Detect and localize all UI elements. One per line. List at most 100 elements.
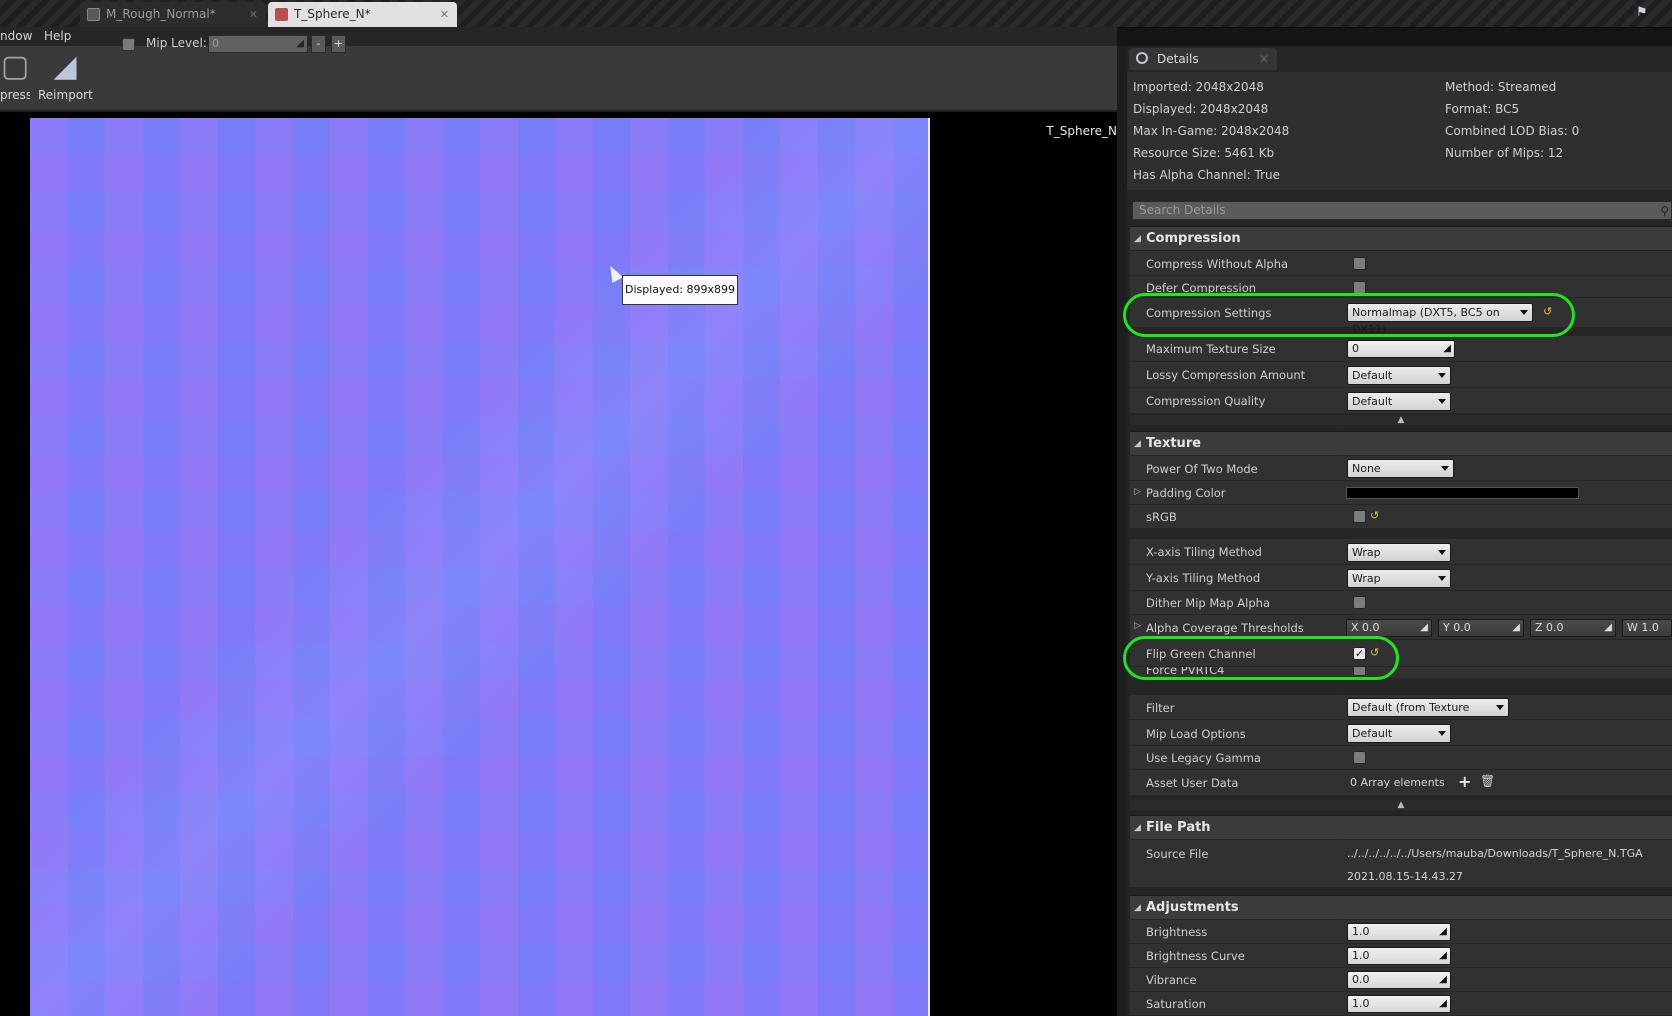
menu-help[interactable]: Help (44, 27, 71, 46)
info-resource-size: Resource Size: 5461 Kb (1133, 146, 1275, 160)
alpha-coverage-x-input[interactable]: X 0.0 ◢ (1346, 619, 1432, 637)
category-texture[interactable]: ◢ Texture (1130, 431, 1672, 455)
input-value: Y 0.0 (1443, 621, 1471, 634)
collapse-triangle-icon: ◢ (1134, 439, 1141, 449)
close-tab-icon[interactable]: ✕ (249, 2, 258, 27)
input-value: 0.0 (1352, 973, 1370, 986)
input-value: 1.0 (1352, 949, 1370, 962)
window-feedback-icon[interactable]: ⚑ (1636, 5, 1652, 20)
mip-level-checkbox[interactable] (122, 38, 135, 51)
prop-label: Lossy Compression Amount (1146, 368, 1306, 382)
search-details-input[interactable]: Search Details ⚲ (1132, 201, 1672, 220)
vibrance-input[interactable]: 0.0 ◢ (1347, 971, 1451, 989)
alpha-coverage-y-input[interactable]: Y 0.0 ◢ (1438, 619, 1524, 637)
max-texture-size-input[interactable]: 0 ◢ (1347, 340, 1455, 358)
reimport-icon: ◢ (53, 49, 77, 84)
magnifier-icon (1136, 52, 1148, 64)
prop-label: Saturation (1146, 997, 1206, 1011)
tab-t-sphere-n[interactable]: T_Sphere_N* ✕ (268, 2, 457, 27)
dither-checkbox[interactable] (1353, 596, 1366, 609)
texture-info-panel: Imported: 2048x2048 Displayed: 2048x2048… (1127, 72, 1672, 190)
alpha-coverage-w-input[interactable]: W 1.0 (1622, 619, 1672, 637)
prop-label: Y-axis Tiling Method (1146, 571, 1261, 585)
chevron-down-icon (1438, 550, 1446, 555)
collapse-triangle-icon: ◢ (1134, 903, 1141, 913)
close-tab-icon[interactable]: ✕ (440, 2, 449, 27)
alpha-coverage-z-input[interactable]: Z 0.0 ◢ (1530, 619, 1616, 637)
reimport-button[interactable]: ◢ Reimport (38, 46, 93, 108)
search-placeholder: Search Details (1139, 203, 1226, 217)
tab-m-rough-normal[interactable]: M_Rough_Normal* ✕ (80, 2, 266, 27)
array-count: 0 Array elements (1350, 776, 1445, 789)
prop-label: Dither Mip Map Alpha (1146, 596, 1271, 610)
mip-increment-button[interactable]: + (331, 35, 346, 53)
prop-label: Compression Quality (1146, 394, 1266, 408)
compress-icon: ▢ (0, 49, 30, 84)
category-title: Compression (1146, 231, 1241, 246)
panel-splitter[interactable] (1117, 46, 1127, 1016)
input-value: X 0.0 (1351, 621, 1380, 634)
srgb-checkbox[interactable] (1353, 510, 1366, 523)
prop-label: Use Legacy Gamma (1146, 751, 1261, 765)
category-file-path[interactable]: ◢ File Path (1130, 815, 1672, 839)
prop-asset-user-data: Asset User Data 0 Array elements + 🗑 (1130, 770, 1672, 796)
chevron-down-icon (1441, 466, 1449, 471)
brightness-input[interactable]: 1.0 ◢ (1347, 923, 1451, 941)
trash-icon[interactable]: 🗑 (1480, 774, 1495, 788)
reset-to-default-icon[interactable]: ↺ (1370, 509, 1379, 522)
search-icon: ⚲ (1660, 204, 1669, 218)
spin-icon: ◢ (1439, 974, 1447, 985)
prop-use-legacy-gamma: Use Legacy Gamma (1130, 746, 1672, 770)
compress-without-alpha-checkbox[interactable] (1353, 257, 1366, 270)
dropdown-value: Default (1352, 369, 1393, 382)
prop-y-tiling: Y-axis Tiling Method Wrap (1130, 565, 1672, 591)
category-adjustments[interactable]: ◢ Adjustments (1130, 895, 1672, 919)
texture-icon (275, 8, 288, 21)
displayed-size-tooltip: Displayed: 899x899 (622, 275, 738, 305)
mip-level-label: Mip Level: (146, 36, 207, 50)
mip-decrement-button[interactable]: - (311, 35, 326, 53)
material-icon (87, 8, 100, 21)
source-file-path[interactable]: ../../../../../../Users/mauba/Downloads/… (1347, 847, 1643, 860)
lossy-compression-dropdown[interactable]: Default (1347, 366, 1451, 385)
padding-color-swatch[interactable] (1346, 487, 1579, 499)
prop-compression-quality: Compression Quality Default (1130, 388, 1672, 414)
prop-compress-without-alpha: Compress Without Alpha (1130, 251, 1672, 276)
brightness-curve-input[interactable]: 1.0 ◢ (1347, 947, 1451, 965)
category-title: Adjustments (1146, 900, 1239, 915)
mip-level-input[interactable]: 0 ◢ (208, 35, 308, 53)
compression-quality-dropdown[interactable]: Default (1347, 392, 1451, 411)
toolbar: ▢ press ◢ Reimport (0, 46, 1117, 112)
highlight-compression-settings (1123, 293, 1575, 337)
category-compression[interactable]: ◢ Compression (1130, 226, 1672, 250)
expand-triangle-icon[interactable]: ▷ (1134, 621, 1141, 631)
prop-x-tiling: X-axis Tiling Method Wrap (1130, 539, 1672, 565)
add-element-icon[interactable]: + (1458, 772, 1471, 791)
compress-button[interactable]: ▢ press (0, 46, 30, 108)
prop-label: Power Of Two Mode (1146, 462, 1258, 476)
x-tiling-dropdown[interactable]: Wrap (1347, 543, 1451, 562)
collapse-advanced-arrow-icon[interactable]: ▲ (1130, 415, 1672, 425)
prop-power-of-two: Power Of Two Mode None (1130, 456, 1672, 481)
reimport-label: Reimport (38, 88, 93, 102)
prop-filter: Filter Default (from Texture Group) (1130, 695, 1672, 731)
category-title: Texture (1146, 436, 1202, 451)
collapse-advanced-arrow-icon[interactable]: ▲ (1130, 800, 1672, 810)
input-value: 1.0 (1352, 997, 1370, 1010)
filter-dropdown[interactable]: Default (from Texture Group) (1347, 698, 1509, 731)
details-tab[interactable]: Details ✕ (1129, 48, 1277, 70)
saturation-input[interactable]: 1.0 ◢ (1347, 995, 1451, 1013)
menu-window[interactable]: ndow (0, 27, 32, 46)
mip-load-dropdown[interactable]: Default (1347, 724, 1451, 743)
chevron-down-icon (1496, 705, 1504, 710)
y-tiling-dropdown[interactable]: Wrap (1347, 569, 1451, 588)
legacy-gamma-checkbox[interactable] (1353, 751, 1366, 764)
chevron-down-icon (1438, 731, 1446, 736)
power-of-two-dropdown[interactable]: None (1347, 459, 1454, 478)
expand-triangle-icon[interactable]: ▷ (1134, 487, 1141, 497)
prop-label: Asset User Data (1146, 776, 1239, 790)
prop-label: Maximum Texture Size (1146, 342, 1276, 356)
prop-label: Alpha Coverage Thresholds (1146, 621, 1304, 635)
close-tab-icon[interactable]: ✕ (1259, 48, 1269, 70)
spin-icon: ◢ (296, 38, 304, 49)
